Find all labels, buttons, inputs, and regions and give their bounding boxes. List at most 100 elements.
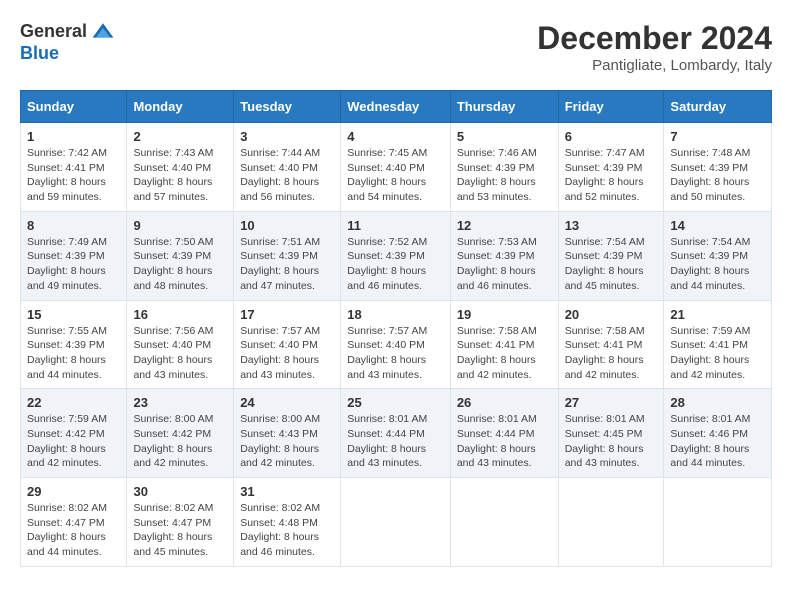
calendar-body: 1 Sunrise: 7:42 AM Sunset: 4:41 PM Dayli… — [21, 123, 772, 567]
day-number: 17 — [240, 307, 334, 322]
calendar-cell: 26 Sunrise: 8:01 AM Sunset: 4:44 PM Dayl… — [450, 389, 558, 478]
calendar-cell: 5 Sunrise: 7:46 AM Sunset: 4:39 PM Dayli… — [450, 123, 558, 212]
cell-content: Sunrise: 7:57 AM Sunset: 4:40 PM Dayligh… — [240, 324, 334, 383]
calendar-cell: 27 Sunrise: 8:01 AM Sunset: 4:45 PM Dayl… — [558, 389, 664, 478]
calendar-cell: 7 Sunrise: 7:48 AM Sunset: 4:39 PM Dayli… — [664, 123, 772, 212]
calendar-cell: 16 Sunrise: 7:56 AM Sunset: 4:40 PM Dayl… — [127, 300, 234, 389]
cell-content: Sunrise: 7:59 AM Sunset: 4:41 PM Dayligh… — [670, 324, 765, 383]
calendar-cell: 2 Sunrise: 7:43 AM Sunset: 4:40 PM Dayli… — [127, 123, 234, 212]
title-area: December 2024 Pantigliate, Lombardy, Ita… — [537, 20, 772, 74]
week-row-3: 15 Sunrise: 7:55 AM Sunset: 4:39 PM Dayl… — [21, 300, 772, 389]
cell-content: Sunrise: 7:57 AM Sunset: 4:40 PM Dayligh… — [347, 324, 444, 383]
cell-content: Sunrise: 7:56 AM Sunset: 4:40 PM Dayligh… — [133, 324, 227, 383]
day-number: 4 — [347, 129, 444, 144]
day-number: 19 — [457, 307, 552, 322]
day-number: 9 — [133, 218, 227, 233]
calendar-cell: 10 Sunrise: 7:51 AM Sunset: 4:39 PM Dayl… — [234, 211, 341, 300]
calendar-cell — [450, 478, 558, 567]
day-number: 10 — [240, 218, 334, 233]
cell-content: Sunrise: 7:43 AM Sunset: 4:40 PM Dayligh… — [133, 146, 227, 205]
cell-content: Sunrise: 7:55 AM Sunset: 4:39 PM Dayligh… — [27, 324, 120, 383]
cell-content: Sunrise: 7:59 AM Sunset: 4:42 PM Dayligh… — [27, 412, 120, 471]
calendar-cell: 3 Sunrise: 7:44 AM Sunset: 4:40 PM Dayli… — [234, 123, 341, 212]
cell-content: Sunrise: 7:47 AM Sunset: 4:39 PM Dayligh… — [565, 146, 658, 205]
calendar-cell: 28 Sunrise: 8:01 AM Sunset: 4:46 PM Dayl… — [664, 389, 772, 478]
day-number: 5 — [457, 129, 552, 144]
cell-content: Sunrise: 7:54 AM Sunset: 4:39 PM Dayligh… — [670, 235, 765, 294]
calendar-cell: 13 Sunrise: 7:54 AM Sunset: 4:39 PM Dayl… — [558, 211, 664, 300]
header-day-sunday: Sunday — [21, 91, 127, 123]
calendar-cell — [664, 478, 772, 567]
cell-content: Sunrise: 8:00 AM Sunset: 4:43 PM Dayligh… — [240, 412, 334, 471]
day-number: 31 — [240, 484, 334, 499]
day-number: 25 — [347, 395, 444, 410]
day-number: 18 — [347, 307, 444, 322]
calendar-cell: 18 Sunrise: 7:57 AM Sunset: 4:40 PM Dayl… — [341, 300, 451, 389]
cell-content: Sunrise: 8:00 AM Sunset: 4:42 PM Dayligh… — [133, 412, 227, 471]
calendar-cell: 20 Sunrise: 7:58 AM Sunset: 4:41 PM Dayl… — [558, 300, 664, 389]
cell-content: Sunrise: 7:42 AM Sunset: 4:41 PM Dayligh… — [27, 146, 120, 205]
day-number: 20 — [565, 307, 658, 322]
cell-content: Sunrise: 7:49 AM Sunset: 4:39 PM Dayligh… — [27, 235, 120, 294]
day-number: 29 — [27, 484, 120, 499]
calendar-cell: 8 Sunrise: 7:49 AM Sunset: 4:39 PM Dayli… — [21, 211, 127, 300]
cell-content: Sunrise: 8:01 AM Sunset: 4:44 PM Dayligh… — [347, 412, 444, 471]
calendar-cell: 14 Sunrise: 7:54 AM Sunset: 4:39 PM Dayl… — [664, 211, 772, 300]
cell-content: Sunrise: 8:01 AM Sunset: 4:44 PM Dayligh… — [457, 412, 552, 471]
calendar-cell: 12 Sunrise: 7:53 AM Sunset: 4:39 PM Dayl… — [450, 211, 558, 300]
day-number: 22 — [27, 395, 120, 410]
day-number: 3 — [240, 129, 334, 144]
logo-text: General Blue — [20, 20, 115, 64]
calendar-cell: 1 Sunrise: 7:42 AM Sunset: 4:41 PM Dayli… — [21, 123, 127, 212]
location: Pantigliate, Lombardy, Italy — [537, 57, 772, 74]
cell-content: Sunrise: 7:53 AM Sunset: 4:39 PM Dayligh… — [457, 235, 552, 294]
calendar-header: SundayMondayTuesdayWednesdayThursdayFrid… — [21, 91, 772, 123]
cell-content: Sunrise: 7:48 AM Sunset: 4:39 PM Dayligh… — [670, 146, 765, 205]
calendar-cell — [558, 478, 664, 567]
day-number: 16 — [133, 307, 227, 322]
day-number: 21 — [670, 307, 765, 322]
cell-content: Sunrise: 7:46 AM Sunset: 4:39 PM Dayligh… — [457, 146, 552, 205]
day-number: 14 — [670, 218, 765, 233]
cell-content: Sunrise: 7:52 AM Sunset: 4:39 PM Dayligh… — [347, 235, 444, 294]
cell-content: Sunrise: 7:58 AM Sunset: 4:41 PM Dayligh… — [565, 324, 658, 383]
day-number: 12 — [457, 218, 552, 233]
header-day-friday: Friday — [558, 91, 664, 123]
header-day-thursday: Thursday — [450, 91, 558, 123]
calendar-cell: 31 Sunrise: 8:02 AM Sunset: 4:48 PM Dayl… — [234, 478, 341, 567]
logo-blue: Blue — [20, 44, 115, 64]
calendar-table: SundayMondayTuesdayWednesdayThursdayFrid… — [20, 90, 772, 567]
cell-content: Sunrise: 7:45 AM Sunset: 4:40 PM Dayligh… — [347, 146, 444, 205]
day-number: 26 — [457, 395, 552, 410]
week-row-1: 1 Sunrise: 7:42 AM Sunset: 4:41 PM Dayli… — [21, 123, 772, 212]
day-number: 24 — [240, 395, 334, 410]
month-title: December 2024 — [537, 20, 772, 57]
day-number: 2 — [133, 129, 227, 144]
cell-content: Sunrise: 8:01 AM Sunset: 4:45 PM Dayligh… — [565, 412, 658, 471]
calendar-cell: 11 Sunrise: 7:52 AM Sunset: 4:39 PM Dayl… — [341, 211, 451, 300]
cell-content: Sunrise: 8:02 AM Sunset: 4:48 PM Dayligh… — [240, 501, 334, 560]
header-day-monday: Monday — [127, 91, 234, 123]
page-header: General Blue December 2024 Pantigliate, … — [20, 20, 772, 74]
week-row-5: 29 Sunrise: 8:02 AM Sunset: 4:47 PM Dayl… — [21, 478, 772, 567]
calendar-cell: 30 Sunrise: 8:02 AM Sunset: 4:47 PM Dayl… — [127, 478, 234, 567]
calendar-cell: 22 Sunrise: 7:59 AM Sunset: 4:42 PM Dayl… — [21, 389, 127, 478]
calendar-cell: 23 Sunrise: 8:00 AM Sunset: 4:42 PM Dayl… — [127, 389, 234, 478]
calendar-cell: 19 Sunrise: 7:58 AM Sunset: 4:41 PM Dayl… — [450, 300, 558, 389]
logo-icon — [91, 20, 115, 44]
logo: General Blue — [20, 20, 115, 64]
calendar-cell: 15 Sunrise: 7:55 AM Sunset: 4:39 PM Dayl… — [21, 300, 127, 389]
cell-content: Sunrise: 8:02 AM Sunset: 4:47 PM Dayligh… — [27, 501, 120, 560]
calendar-cell: 6 Sunrise: 7:47 AM Sunset: 4:39 PM Dayli… — [558, 123, 664, 212]
cell-content: Sunrise: 8:01 AM Sunset: 4:46 PM Dayligh… — [670, 412, 765, 471]
calendar-cell — [341, 478, 451, 567]
day-number: 8 — [27, 218, 120, 233]
day-number: 1 — [27, 129, 120, 144]
calendar-cell: 21 Sunrise: 7:59 AM Sunset: 4:41 PM Dayl… — [664, 300, 772, 389]
day-number: 28 — [670, 395, 765, 410]
week-row-4: 22 Sunrise: 7:59 AM Sunset: 4:42 PM Dayl… — [21, 389, 772, 478]
header-day-wednesday: Wednesday — [341, 91, 451, 123]
logo-general: General — [20, 22, 87, 42]
cell-content: Sunrise: 7:51 AM Sunset: 4:39 PM Dayligh… — [240, 235, 334, 294]
cell-content: Sunrise: 7:58 AM Sunset: 4:41 PM Dayligh… — [457, 324, 552, 383]
